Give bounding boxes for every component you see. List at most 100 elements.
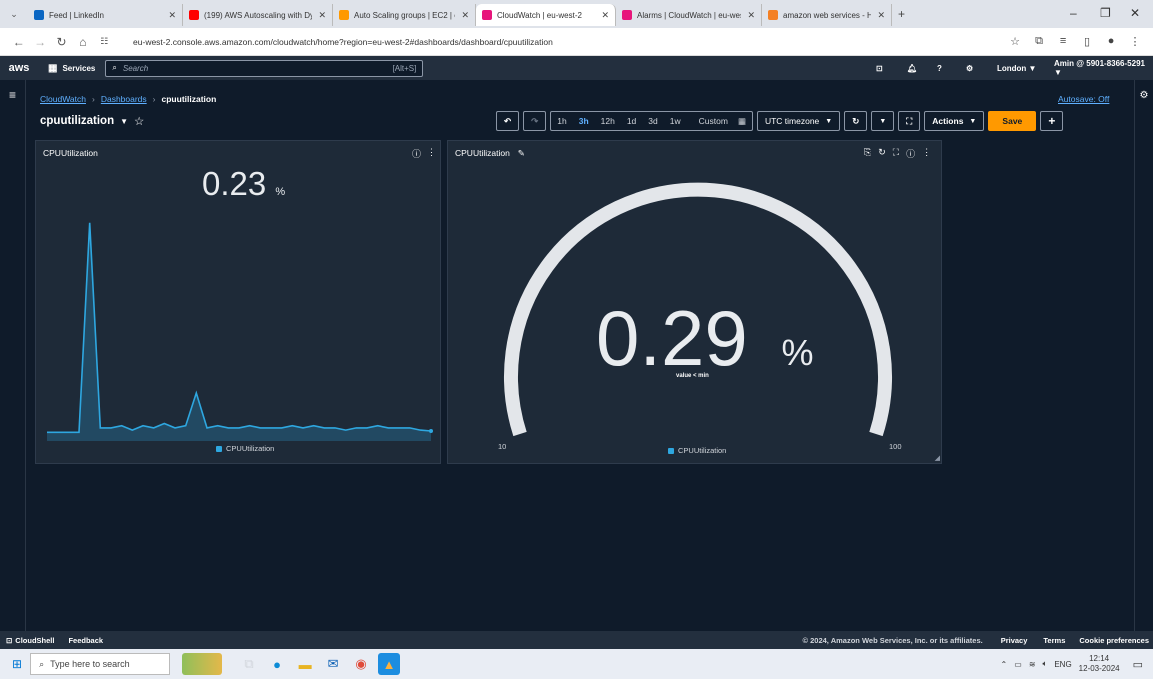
aws-logo[interactable]: aws <box>4 62 34 74</box>
actions-button[interactable]: Actions ▼ <box>924 111 985 131</box>
tray-chevron-up-icon[interactable]: ⌃ <box>1001 660 1008 669</box>
redo-button[interactable]: ↷ <box>523 111 547 131</box>
close-window-icon[interactable]: ✕ <box>1130 6 1140 20</box>
tab-close-icon[interactable]: ✕ <box>455 10 469 21</box>
browser-tab[interactable]: CloudWatch | eu-west-2 ✕ <box>476 4 616 26</box>
tray-network-icon[interactable]: ≋ <box>1029 660 1036 669</box>
widget-menu-icon[interactable]: ⋮ <box>427 147 436 160</box>
tab-close-icon[interactable]: ✕ <box>595 10 609 21</box>
time-range-selector: 1h 3h 12h 1d 3d 1w Custom ▦ <box>550 111 753 131</box>
tab-favicon-icon <box>622 10 632 20</box>
hamburger-menu-icon[interactable]: ≡ <box>0 88 25 102</box>
profile-icon[interactable]: ● <box>1099 35 1123 48</box>
reading-list-icon[interactable]: ≡ <box>1051 35 1075 48</box>
dashboard-title-text: cpuutilization <box>40 115 115 127</box>
url-field[interactable]: eu-west-2.console.aws.amazon.com/cloudwa… <box>123 32 1003 52</box>
breadcrumb-dashboards[interactable]: Dashboards <box>101 94 147 104</box>
extensions-icon[interactable]: ⧉ <box>1027 35 1051 48</box>
services-button[interactable]: ▦ Services <box>48 63 95 74</box>
line-widget[interactable]: CPUUtilization ⓘ ⋮ 0.23 % CPUUtilization <box>35 140 441 464</box>
breadcrumb-current: cpuutilization <box>161 94 217 104</box>
notifications-icon[interactable]: ▭ <box>1133 658 1143 671</box>
undo-button[interactable]: ↶ <box>496 111 520 131</box>
clock[interactable]: 12:14 12-03-2024 <box>1079 654 1120 673</box>
forward-icon[interactable]: → <box>29 35 50 49</box>
back-icon[interactable]: ← <box>8 35 29 49</box>
tab-title: Feed | LinkedIn <box>49 10 105 20</box>
time-range-1d[interactable]: 1d <box>621 116 642 126</box>
privacy-link[interactable]: Privacy <box>1001 636 1028 645</box>
browser-tab[interactable]: (199) AWS Autoscaling with Dy ✕ <box>183 4 333 26</box>
time-range-3h[interactable]: 3h <box>573 116 595 126</box>
home-icon[interactable]: ⌂ <box>72 35 93 49</box>
time-range-1h[interactable]: 1h <box>551 116 572 126</box>
gauge-widget[interactable]: CPUUtilization ✎ ⎘ ↻ ⛶ ⓘ ⋮ 0.29 % value … <box>447 140 942 464</box>
gauge-legend[interactable]: CPUUtilization <box>668 446 726 455</box>
account-menu[interactable]: Amin @ 5901-8366-5291 ▼ <box>1054 56 1153 80</box>
chrome-browser-icon[interactable]: ◉ <box>350 653 372 675</box>
tab-close-icon[interactable]: ✕ <box>162 10 176 21</box>
cookie-preferences-link[interactable]: Cookie preferences <box>1079 636 1149 645</box>
file-explorer-icon[interactable]: ▬ <box>294 653 316 675</box>
fullscreen-button[interactable]: ⛶ <box>898 111 921 131</box>
tray-battery-icon[interactable]: ▭ <box>1014 660 1022 669</box>
help-icon[interactable]: ? <box>937 56 942 80</box>
aws-search-input[interactable]: ⌕ Search [Alt+S] <box>105 59 424 77</box>
gauge-value-unit: % <box>781 332 814 373</box>
caret-down-icon: ▼ <box>969 117 977 125</box>
info-icon[interactable]: ⓘ <box>412 147 421 160</box>
tab-close-icon[interactable]: ✕ <box>312 10 326 21</box>
browser-tab[interactable]: Feed | LinkedIn ✕ <box>28 4 183 26</box>
refresh-options-button[interactable]: ▼ <box>871 111 895 131</box>
data-point[interactable] <box>429 428 433 433</box>
tab-list-chevron-icon[interactable]: ⌄ <box>0 9 28 20</box>
browser-tab[interactable]: Alarms | CloudWatch | eu-west ✕ <box>616 4 762 26</box>
resize-handle[interactable]: ◢ <box>935 454 940 462</box>
time-range-1w[interactable]: 1w <box>664 116 687 126</box>
browser-tab[interactable]: amazon web services - How to✕ <box>762 4 892 26</box>
caret-down-icon[interactable]: ▼ <box>120 117 128 126</box>
maximize-icon[interactable]: ❐ <box>1100 6 1111 20</box>
settings-gear-icon[interactable]: ⚙ <box>966 56 973 80</box>
mail-icon[interactable]: ✉ <box>322 653 344 675</box>
taskbar-search-input[interactable]: ⌕ Type here to search <box>30 653 171 675</box>
language-indicator[interactable]: ENG <box>1054 660 1071 669</box>
tab-close-icon[interactable]: ✕ <box>871 10 885 21</box>
refresh-button[interactable]: ↻ <box>844 111 868 131</box>
photos-app-icon[interactable]: ▲ <box>378 653 401 675</box>
chart-legend[interactable]: CPUUtilization <box>216 444 274 453</box>
timezone-select[interactable]: UTC timezone ▼ <box>756 111 841 131</box>
task-view-icon[interactable]: ⧉ <box>238 653 260 675</box>
cloudshell-nav-icon[interactable]: ⊡ <box>876 56 883 80</box>
terms-link[interactable]: Terms <box>1043 636 1065 645</box>
region-selector[interactable]: London ▼ <box>997 56 1036 80</box>
minimize-icon[interactable]: – <box>1070 6 1077 20</box>
clock-time: 12:14 <box>1089 654 1110 664</box>
site-info-icon[interactable]: ☷ <box>94 36 115 47</box>
time-range-custom[interactable]: Custom ▦ <box>687 116 752 127</box>
time-range-12h[interactable]: 12h <box>595 116 621 126</box>
autosave-toggle[interactable]: Autosave: Off <box>1058 94 1109 104</box>
notifications-bell-icon[interactable]: 🔔︎ <box>907 56 917 80</box>
save-button[interactable]: Save <box>988 111 1037 131</box>
add-widget-button[interactable]: + <box>1040 111 1064 131</box>
tab-close-icon[interactable]: ✕ <box>741 10 755 21</box>
new-tab-button[interactable]: + <box>898 7 905 21</box>
news-widget-icon[interactable] <box>182 653 223 675</box>
cloudshell-link[interactable]: CloudShell <box>15 636 54 645</box>
sidebar-icon[interactable]: ▯ <box>1075 35 1099 48</box>
tray-volume-icon[interactable]: 🔈︎ <box>1043 659 1048 669</box>
timezone-label: UTC timezone <box>764 116 820 126</box>
reload-icon[interactable]: ↻ <box>51 35 72 49</box>
feedback-link[interactable]: Feedback <box>68 636 103 645</box>
breadcrumb-cloudwatch[interactable]: CloudWatch <box>40 94 86 104</box>
cloudshell-icon[interactable]: ⊡ <box>6 636 12 645</box>
favorite-star-icon[interactable]: ☆ <box>134 114 144 128</box>
browser-tab[interactable]: Auto Scaling groups | EC2 | eu ✕ <box>333 4 476 26</box>
windows-start-icon[interactable]: ⊞ <box>12 657 22 671</box>
time-range-3d[interactable]: 3d <box>642 116 663 126</box>
bookmark-star-icon[interactable]: ☆ <box>1003 35 1027 48</box>
menu-kebab-icon[interactable]: ⋮ <box>1123 35 1147 48</box>
edge-browser-icon[interactable]: ● <box>266 653 288 675</box>
settings-gear-icon[interactable]: ⚙ <box>1135 90 1153 101</box>
